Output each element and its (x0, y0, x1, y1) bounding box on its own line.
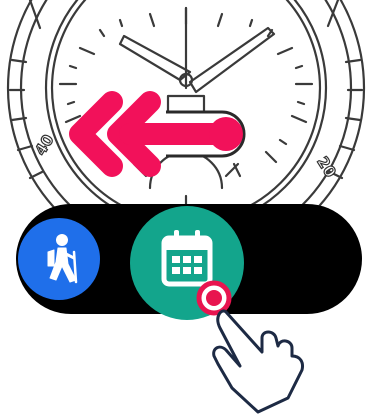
tap-gesture-indicator (196, 280, 304, 414)
tutorial-illustration: 40 20 (0, 0, 372, 418)
hand-pointer-icon (212, 309, 304, 414)
touch-point-dot (206, 290, 222, 306)
